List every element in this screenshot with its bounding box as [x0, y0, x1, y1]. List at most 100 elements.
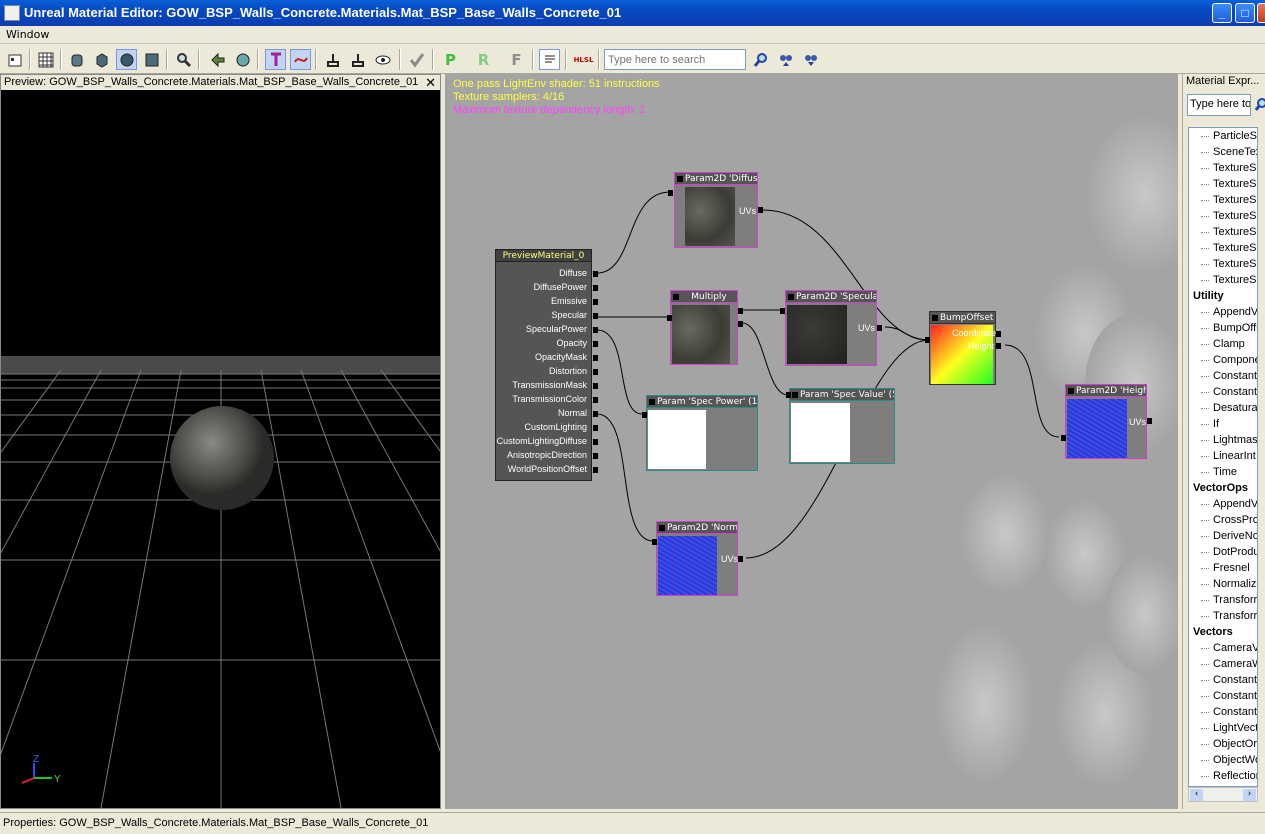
- material-input-pin[interactable]: [593, 383, 598, 389]
- tree-item[interactable]: DotProdu: [1213, 546, 1257, 558]
- tree-item[interactable]: CameraW: [1213, 658, 1257, 670]
- expression-tree[interactable]: ParticleSu SceneTex TextureS TextureS Textur…: [1188, 127, 1258, 787]
- tree-item[interactable]: Compone: [1213, 354, 1257, 366]
- tree-category[interactable]: Vectors: [1193, 626, 1233, 638]
- realtime-icon[interactable]: [232, 49, 253, 70]
- grid-icon[interactable]: [35, 49, 56, 70]
- tree-item[interactable]: Constant: [1213, 386, 1257, 398]
- node-preview-material[interactable]: PreviewMaterial_0 Diffuse DiffusePower Emi…: [495, 249, 598, 481]
- material-input-pin[interactable]: [593, 327, 598, 333]
- material-input-pin[interactable]: [593, 453, 598, 459]
- find-next-icon[interactable]: [800, 49, 821, 70]
- eye-icon[interactable]: [372, 49, 393, 70]
- tree-item[interactable]: SceneTex: [1213, 146, 1257, 158]
- material-input-pin[interactable]: [593, 285, 598, 291]
- tree-item[interactable]: TextureS: [1213, 162, 1256, 174]
- apply-check-icon[interactable]: [406, 49, 427, 70]
- tree-item[interactable]: Constant: [1213, 706, 1257, 718]
- search-input[interactable]: [604, 49, 746, 70]
- tree-item[interactable]: TextureS: [1213, 258, 1256, 270]
- material-graph-canvas[interactable]: One pass LightEnv shader: 51 instruction…: [445, 74, 1178, 809]
- tree-item[interactable]: DeriveNo: [1213, 530, 1257, 542]
- node-spec-power[interactable]: Param 'Spec Power' (15): [646, 395, 758, 471]
- tree-category[interactable]: VectorOps: [1193, 482, 1248, 494]
- scroll-right-icon[interactable]: ›: [1243, 789, 1256, 801]
- p-icon[interactable]: P: [440, 49, 461, 70]
- minimize-button[interactable]: _: [1212, 3, 1232, 23]
- home-icon[interactable]: [4, 49, 25, 70]
- find-prev-icon[interactable]: [775, 49, 796, 70]
- material-input-pin[interactable]: [593, 369, 598, 375]
- material-input-pin[interactable]: [593, 439, 598, 445]
- tree-item[interactable]: Time: [1213, 466, 1237, 478]
- node-param-specular[interactable]: Param2D 'Specular' UVs: [785, 290, 877, 366]
- tree-item[interactable]: ParticleSu: [1213, 130, 1257, 142]
- material-input-pin[interactable]: [593, 341, 598, 347]
- tree-item[interactable]: Transforr: [1213, 594, 1257, 606]
- tree-item[interactable]: ObjectOr: [1213, 738, 1257, 750]
- preview-pane[interactable]: Preview: GOW_BSP_Walls_Concrete.Material…: [0, 74, 441, 809]
- node-bump-offset[interactable]: BumpOffset Coordinate Height: [929, 311, 996, 385]
- material-input-pin[interactable]: [593, 313, 598, 319]
- back-arrow-icon[interactable]: [207, 49, 228, 70]
- scroll-left-icon[interactable]: ‹: [1190, 789, 1203, 801]
- menu-window[interactable]: Window: [6, 28, 49, 41]
- material-input-pin[interactable]: [593, 467, 598, 473]
- tree-item[interactable]: LightVect: [1213, 722, 1257, 734]
- material-input-pin[interactable]: [593, 271, 598, 277]
- toggle-icon[interactable]: [265, 49, 286, 70]
- tree-item[interactable]: TextureS: [1213, 274, 1256, 286]
- tree-item[interactable]: Fresnel: [1213, 562, 1250, 574]
- close-button[interactable]: [1257, 3, 1265, 23]
- material-input-pin[interactable]: [593, 299, 598, 305]
- tree-item[interactable]: CrossPro: [1213, 514, 1257, 526]
- tree-item[interactable]: TextureS: [1213, 194, 1256, 206]
- tree-item[interactable]: TextureS: [1213, 242, 1256, 254]
- tree-item[interactable]: TextureS: [1213, 226, 1256, 238]
- node-multiply[interactable]: Multiply: [670, 290, 738, 365]
- connectors-icon[interactable]: [322, 49, 343, 70]
- tree-item[interactable]: Reflection: [1213, 770, 1257, 782]
- expression-search-input[interactable]: Type here to: [1187, 94, 1251, 116]
- f-icon[interactable]: F: [506, 49, 527, 70]
- preview-viewport[interactable]: Z Y: [1, 90, 440, 808]
- cube-icon[interactable]: [91, 49, 112, 70]
- r-icon[interactable]: R: [473, 49, 494, 70]
- tree-category[interactable]: Utility: [1193, 290, 1224, 302]
- connectors-2-icon[interactable]: [347, 49, 368, 70]
- horizontal-scrollbar[interactable]: ‹ ›: [1188, 787, 1258, 802]
- sphere-icon[interactable]: [116, 49, 137, 70]
- tree-item[interactable]: Constant: [1213, 690, 1257, 702]
- title-bar[interactable]: Unreal Material Editor: GOW_BSP_Walls_Co…: [0, 0, 1265, 26]
- node-param-diffuse[interactable]: Param2D 'Diffuse' UVs: [674, 172, 758, 248]
- material-input-pin[interactable]: [593, 425, 598, 431]
- material-input-pin[interactable]: [593, 397, 598, 403]
- close-icon[interactable]: ✕: [425, 75, 436, 90]
- tree-item[interactable]: TextureS: [1213, 210, 1256, 222]
- tree-item[interactable]: TextureS: [1213, 178, 1256, 190]
- tree-item[interactable]: Constant: [1213, 674, 1257, 686]
- tree-item[interactable]: AppendV: [1213, 498, 1257, 510]
- node-param-normal[interactable]: Param2D 'Normal' UVs: [656, 521, 738, 596]
- tree-item[interactable]: If: [1213, 418, 1219, 430]
- tree-item[interactable]: CameraV: [1213, 642, 1257, 654]
- maximize-button[interactable]: □: [1235, 3, 1255, 23]
- tree-item[interactable]: Clamp: [1213, 338, 1245, 350]
- search-icon[interactable]: [750, 49, 771, 70]
- hlsl-icon[interactable]: HLSL: [573, 49, 594, 70]
- tree-item[interactable]: LinearInt: [1213, 450, 1256, 462]
- search-icon[interactable]: [1253, 95, 1265, 115]
- tree-item[interactable]: Constant: [1213, 370, 1257, 382]
- tree-item[interactable]: Transforr: [1213, 610, 1257, 622]
- plane-icon[interactable]: [141, 49, 162, 70]
- material-input-pin[interactable]: [593, 411, 598, 417]
- node-param-height[interactable]: Param2D 'Height' UVs: [1065, 384, 1147, 459]
- tree-item[interactable]: ObjectWo: [1213, 754, 1257, 766]
- tree-item[interactable]: Lightmas: [1213, 434, 1257, 446]
- curve-icon[interactable]: [290, 49, 311, 70]
- material-input-pin[interactable]: [593, 355, 598, 361]
- tree-item[interactable]: Desatura: [1213, 402, 1257, 414]
- node-spec-value[interactable]: Param 'Spec Value' (5): [789, 388, 895, 464]
- tree-item[interactable]: BumpOffs: [1213, 322, 1257, 334]
- text-icon[interactable]: [539, 49, 560, 70]
